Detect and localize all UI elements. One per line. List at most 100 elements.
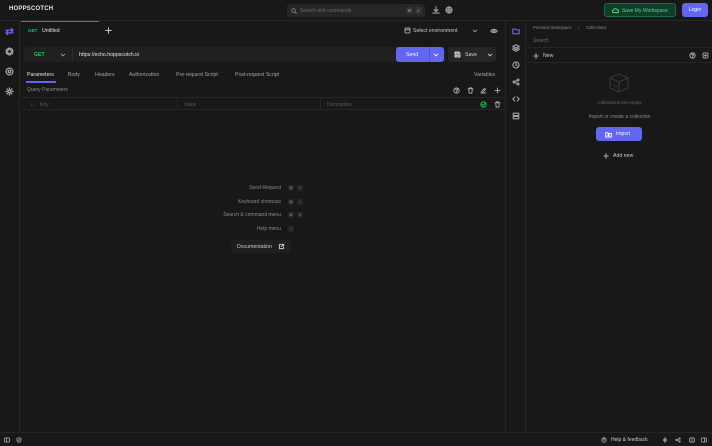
help-icon[interactable]	[453, 87, 460, 94]
help-feedback-button[interactable]: Help & feedback	[611, 437, 648, 443]
app-logo[interactable]: HOPPSCOTCH	[9, 6, 53, 12]
eye-icon[interactable]	[490, 27, 498, 35]
tab-authorization[interactable]: Authorization	[129, 72, 159, 78]
documentation-button[interactable]: Documentation	[231, 240, 291, 253]
empty-subtitle: Import or create a collection	[588, 114, 651, 120]
save-workspace-button[interactable]: Save My Workspace	[604, 3, 676, 17]
search-key-cmd: ⌘	[406, 7, 413, 14]
shortcut-key: ⌘	[288, 199, 294, 205]
shortcut-help-menu: Help menu	[256, 226, 281, 232]
request-tab[interactable]: GET Untitled	[21, 21, 99, 41]
code-icon[interactable]	[512, 95, 520, 103]
add-new-button[interactable]: Add new	[613, 153, 633, 159]
url-input[interactable]: https://echo.hoppscotch.io	[79, 52, 139, 58]
login-button[interactable]: Login	[682, 3, 708, 17]
lightning-icon[interactable]	[662, 436, 668, 443]
collections-icon-bar	[505, 21, 526, 432]
param-row: Key Value Description	[21, 97, 505, 110]
add-tab-icon[interactable]	[105, 27, 112, 34]
search-key-k: K	[415, 7, 422, 14]
tab-parameters[interactable]: Parameters	[27, 72, 54, 78]
empty-title: Collections are empty	[597, 100, 642, 105]
share-footer-icon[interactable]	[675, 436, 681, 443]
search-placeholder: Search and commands	[300, 7, 352, 14]
help-icon[interactable]	[689, 52, 696, 59]
cell-divider	[177, 98, 178, 109]
globe-icon[interactable]	[445, 6, 453, 14]
panel-right-icon[interactable]	[701, 436, 707, 443]
shortcut-key: ?	[288, 226, 294, 232]
save-workspace-label: Save My Workspace	[622, 7, 668, 14]
graphql-icon[interactable]	[5, 47, 14, 56]
send-chevron-icon[interactable]	[433, 52, 439, 58]
tab-body[interactable]: Body	[68, 72, 80, 78]
shortcut-key: ⌘	[288, 212, 294, 218]
import-label: Import	[616, 131, 631, 137]
param-value-input[interactable]: Value	[184, 102, 196, 108]
tab-headers[interactable]: Headers	[95, 72, 115, 78]
collections-search[interactable]: Search	[527, 33, 712, 48]
environment-icon	[404, 27, 411, 34]
delete-row-icon[interactable]	[494, 100, 501, 108]
search-bar[interactable]: Search and commands ⌘ K	[287, 4, 425, 17]
environment-select[interactable]: Select environment	[413, 28, 457, 34]
new-collection-button[interactable]: New	[543, 53, 553, 59]
query-parameters-title: Query Parameters	[27, 87, 68, 93]
documentation-label: Documentation	[237, 243, 272, 250]
method-select[interactable]: GET	[34, 52, 45, 58]
cell-divider	[320, 98, 321, 109]
share-icon[interactable]	[512, 78, 520, 86]
list-icon[interactable]	[512, 112, 520, 120]
shield-check-icon[interactable]	[16, 436, 22, 443]
shortcut-key: ⌘	[288, 185, 294, 191]
send-button[interactable]: Send	[396, 47, 444, 62]
save-button[interactable]: Save	[448, 47, 496, 62]
breadcrumb-collections[interactable]: Collections	[586, 25, 606, 30]
param-description-input[interactable]: Description	[327, 102, 352, 108]
breadcrumb-workspace[interactable]: Personal Workspace	[533, 25, 572, 30]
send-label: Send	[406, 51, 419, 58]
add-new-icon[interactable]	[603, 153, 609, 159]
shortcut-key: /	[297, 199, 303, 205]
shortcut-search-command: Search & command menu	[223, 212, 281, 218]
breadcrumb-separator: ›	[578, 25, 580, 30]
send-divider	[429, 47, 430, 62]
save-chevron-icon[interactable]	[487, 52, 493, 58]
save-label: Save	[465, 51, 477, 58]
trash-icon[interactable]	[467, 87, 474, 94]
split-view-icon[interactable]	[689, 436, 695, 443]
left-sidebar	[0, 21, 20, 432]
tab-title: Untitled	[42, 28, 60, 34]
sidebar-toggle-icon[interactable]	[4, 436, 10, 443]
settings-icon[interactable]	[5, 87, 14, 96]
download-icon[interactable]	[432, 6, 440, 14]
environments-icon[interactable]	[512, 44, 520, 52]
footer-bar: Help & feedback	[0, 432, 712, 446]
tab-method: GET	[28, 28, 38, 33]
tab-pre-request-script[interactable]: Pre-request Script	[176, 72, 218, 78]
variables-tab[interactable]: Variables	[474, 72, 495, 78]
import-export-icon[interactable]	[702, 52, 709, 59]
import-button[interactable]: Import	[596, 127, 642, 141]
rest-icon[interactable]	[5, 27, 14, 36]
add-param-icon[interactable]	[494, 87, 501, 94]
edit-icon[interactable]	[480, 87, 487, 94]
cloud-icon	[612, 8, 619, 14]
collections-icon[interactable]	[512, 27, 520, 35]
collections-search-input[interactable]: Search	[533, 38, 549, 44]
chevron-down-icon[interactable]	[472, 28, 478, 34]
import-folder-icon	[605, 131, 612, 137]
drag-handle-icon[interactable]	[30, 102, 35, 107]
check-circle-icon[interactable]	[480, 100, 487, 108]
history-icon[interactable]	[512, 61, 520, 69]
search-icon	[291, 7, 297, 14]
tab-post-request-script[interactable]: Post-request Script	[235, 72, 279, 78]
help-circle-icon[interactable]	[601, 436, 607, 443]
method-chevron-icon[interactable]	[60, 52, 66, 58]
save-icon	[454, 51, 461, 58]
realtime-icon[interactable]	[5, 67, 14, 76]
empty-collection-illustration	[609, 73, 629, 93]
shortcut-key: ↵	[297, 185, 303, 191]
param-key-input[interactable]: Key	[40, 102, 49, 108]
plus-icon[interactable]	[533, 52, 539, 59]
